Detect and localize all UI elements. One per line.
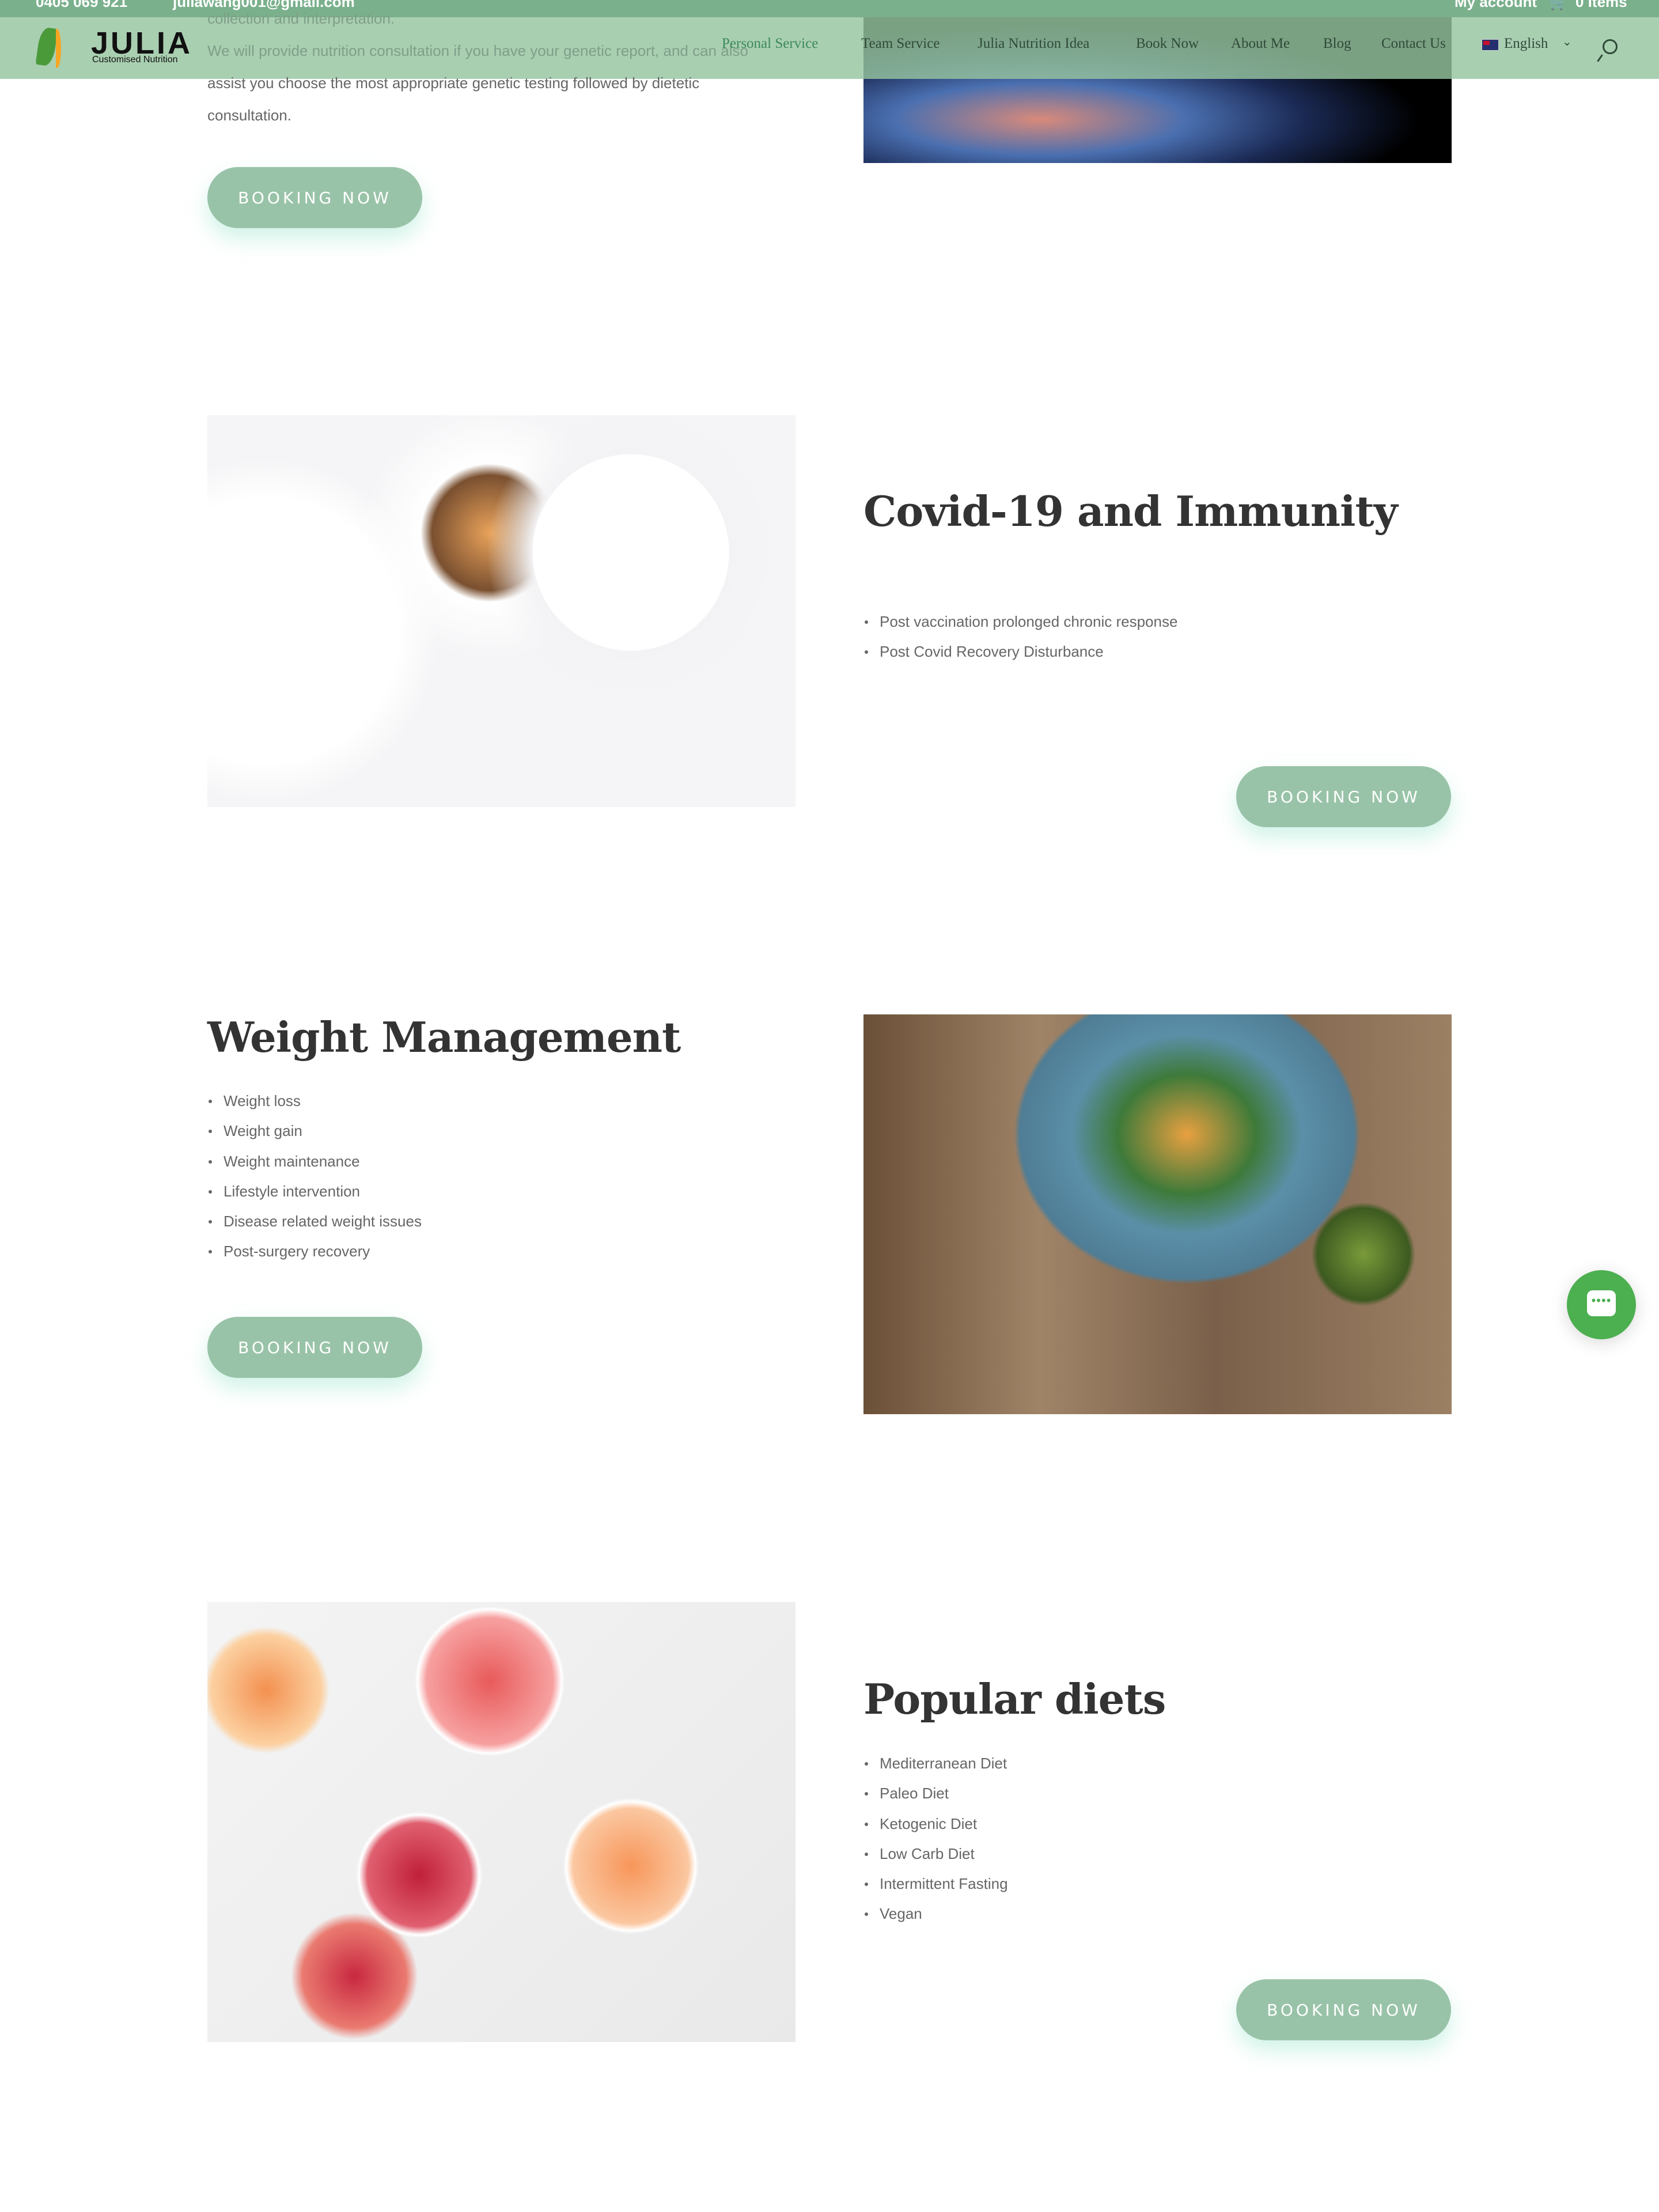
healthy-plate-image — [863, 1014, 1452, 1414]
intro-line: We will provide nutrition consultation i… — [207, 42, 748, 59]
section-title: Popular diets — [863, 1675, 1166, 1724]
section-title: Covid-19 and Immunity — [863, 487, 1398, 536]
phone-link[interactable]: 0405 069 921 — [36, 0, 127, 11]
search-icon[interactable] — [1603, 39, 1618, 54]
intro-text: collection and interpretation. We will p… — [207, 2, 806, 131]
my-account-link[interactable]: My account — [1455, 0, 1537, 11]
grapefruit-image — [207, 1602, 796, 2042]
chat-bubble-icon: •••• — [1587, 1290, 1616, 1316]
language-selector[interactable]: English — [1504, 36, 1548, 52]
list-item: Weight loss — [207, 1086, 422, 1116]
list-item: Post-surgery recovery — [207, 1236, 422, 1266]
list-item: Intermittent Fasting — [863, 1869, 1008, 1899]
list-item: Low Carb Diet — [863, 1839, 1008, 1869]
weight-list: Weight loss Weight gain Weight maintenan… — [207, 1086, 422, 1267]
nav-contact-us[interactable]: Contact Us — [1381, 36, 1446, 52]
list-item: Ketogenic Diet — [863, 1809, 1008, 1839]
booking-now-button[interactable]: BOOKING NOW — [1236, 1979, 1451, 2040]
booking-now-button[interactable]: BOOKING NOW — [207, 1317, 422, 1378]
section-title: Weight Management — [207, 1013, 681, 1062]
cart-icon[interactable]: 🛒 — [1550, 0, 1568, 11]
list-item: Lifestyle intervention — [207, 1176, 422, 1206]
diets-list: Mediterranean Diet Paleo Diet Ketogenic … — [863, 1748, 1008, 1929]
breakfast-bowl-image — [207, 415, 796, 807]
nav-team-service[interactable]: Team Service — [861, 36, 940, 52]
list-item: Weight gain — [207, 1116, 422, 1146]
list-item: Post Covid Recovery Disturbance — [863, 637, 1177, 666]
logo-arc-icon — [53, 29, 61, 68]
list-item: Post vaccination prolonged chronic respo… — [863, 607, 1177, 637]
list-item: Weight maintenance — [207, 1146, 422, 1176]
nav-blog[interactable]: Blog — [1323, 36, 1351, 52]
cart-link[interactable]: 0 Items — [1575, 0, 1627, 11]
nav-about-me[interactable]: About Me — [1231, 36, 1290, 52]
list-item: Paleo Diet — [863, 1778, 1008, 1808]
intro-line: consultation. — [207, 107, 291, 124]
intro-line: collection and interpretation. — [207, 10, 395, 27]
australia-flag-icon — [1482, 39, 1499, 51]
list-item: Vegan — [863, 1899, 1008, 1929]
logo-tagline: Customised Nutrition — [92, 55, 178, 65]
booking-now-button[interactable]: BOOKING NOW — [1236, 766, 1451, 827]
nav-julia-nutrition-idea[interactable]: Julia Nutrition Idea — [978, 36, 1089, 52]
nav-book-now[interactable]: Book Now — [1136, 36, 1199, 52]
intro-line: assist you choose the most appropriate g… — [207, 74, 700, 92]
list-item: Disease related weight issues — [207, 1206, 422, 1236]
nav-personal-service[interactable]: Personal Service — [722, 36, 818, 52]
chevron-down-icon[interactable]: ⌄ — [1562, 35, 1572, 49]
booking-now-button[interactable]: BOOKING NOW — [207, 167, 422, 228]
list-item: Mediterranean Diet — [863, 1748, 1008, 1778]
chat-button[interactable]: •••• — [1567, 1270, 1636, 1339]
covid-list: Post vaccination prolonged chronic respo… — [863, 607, 1177, 667]
